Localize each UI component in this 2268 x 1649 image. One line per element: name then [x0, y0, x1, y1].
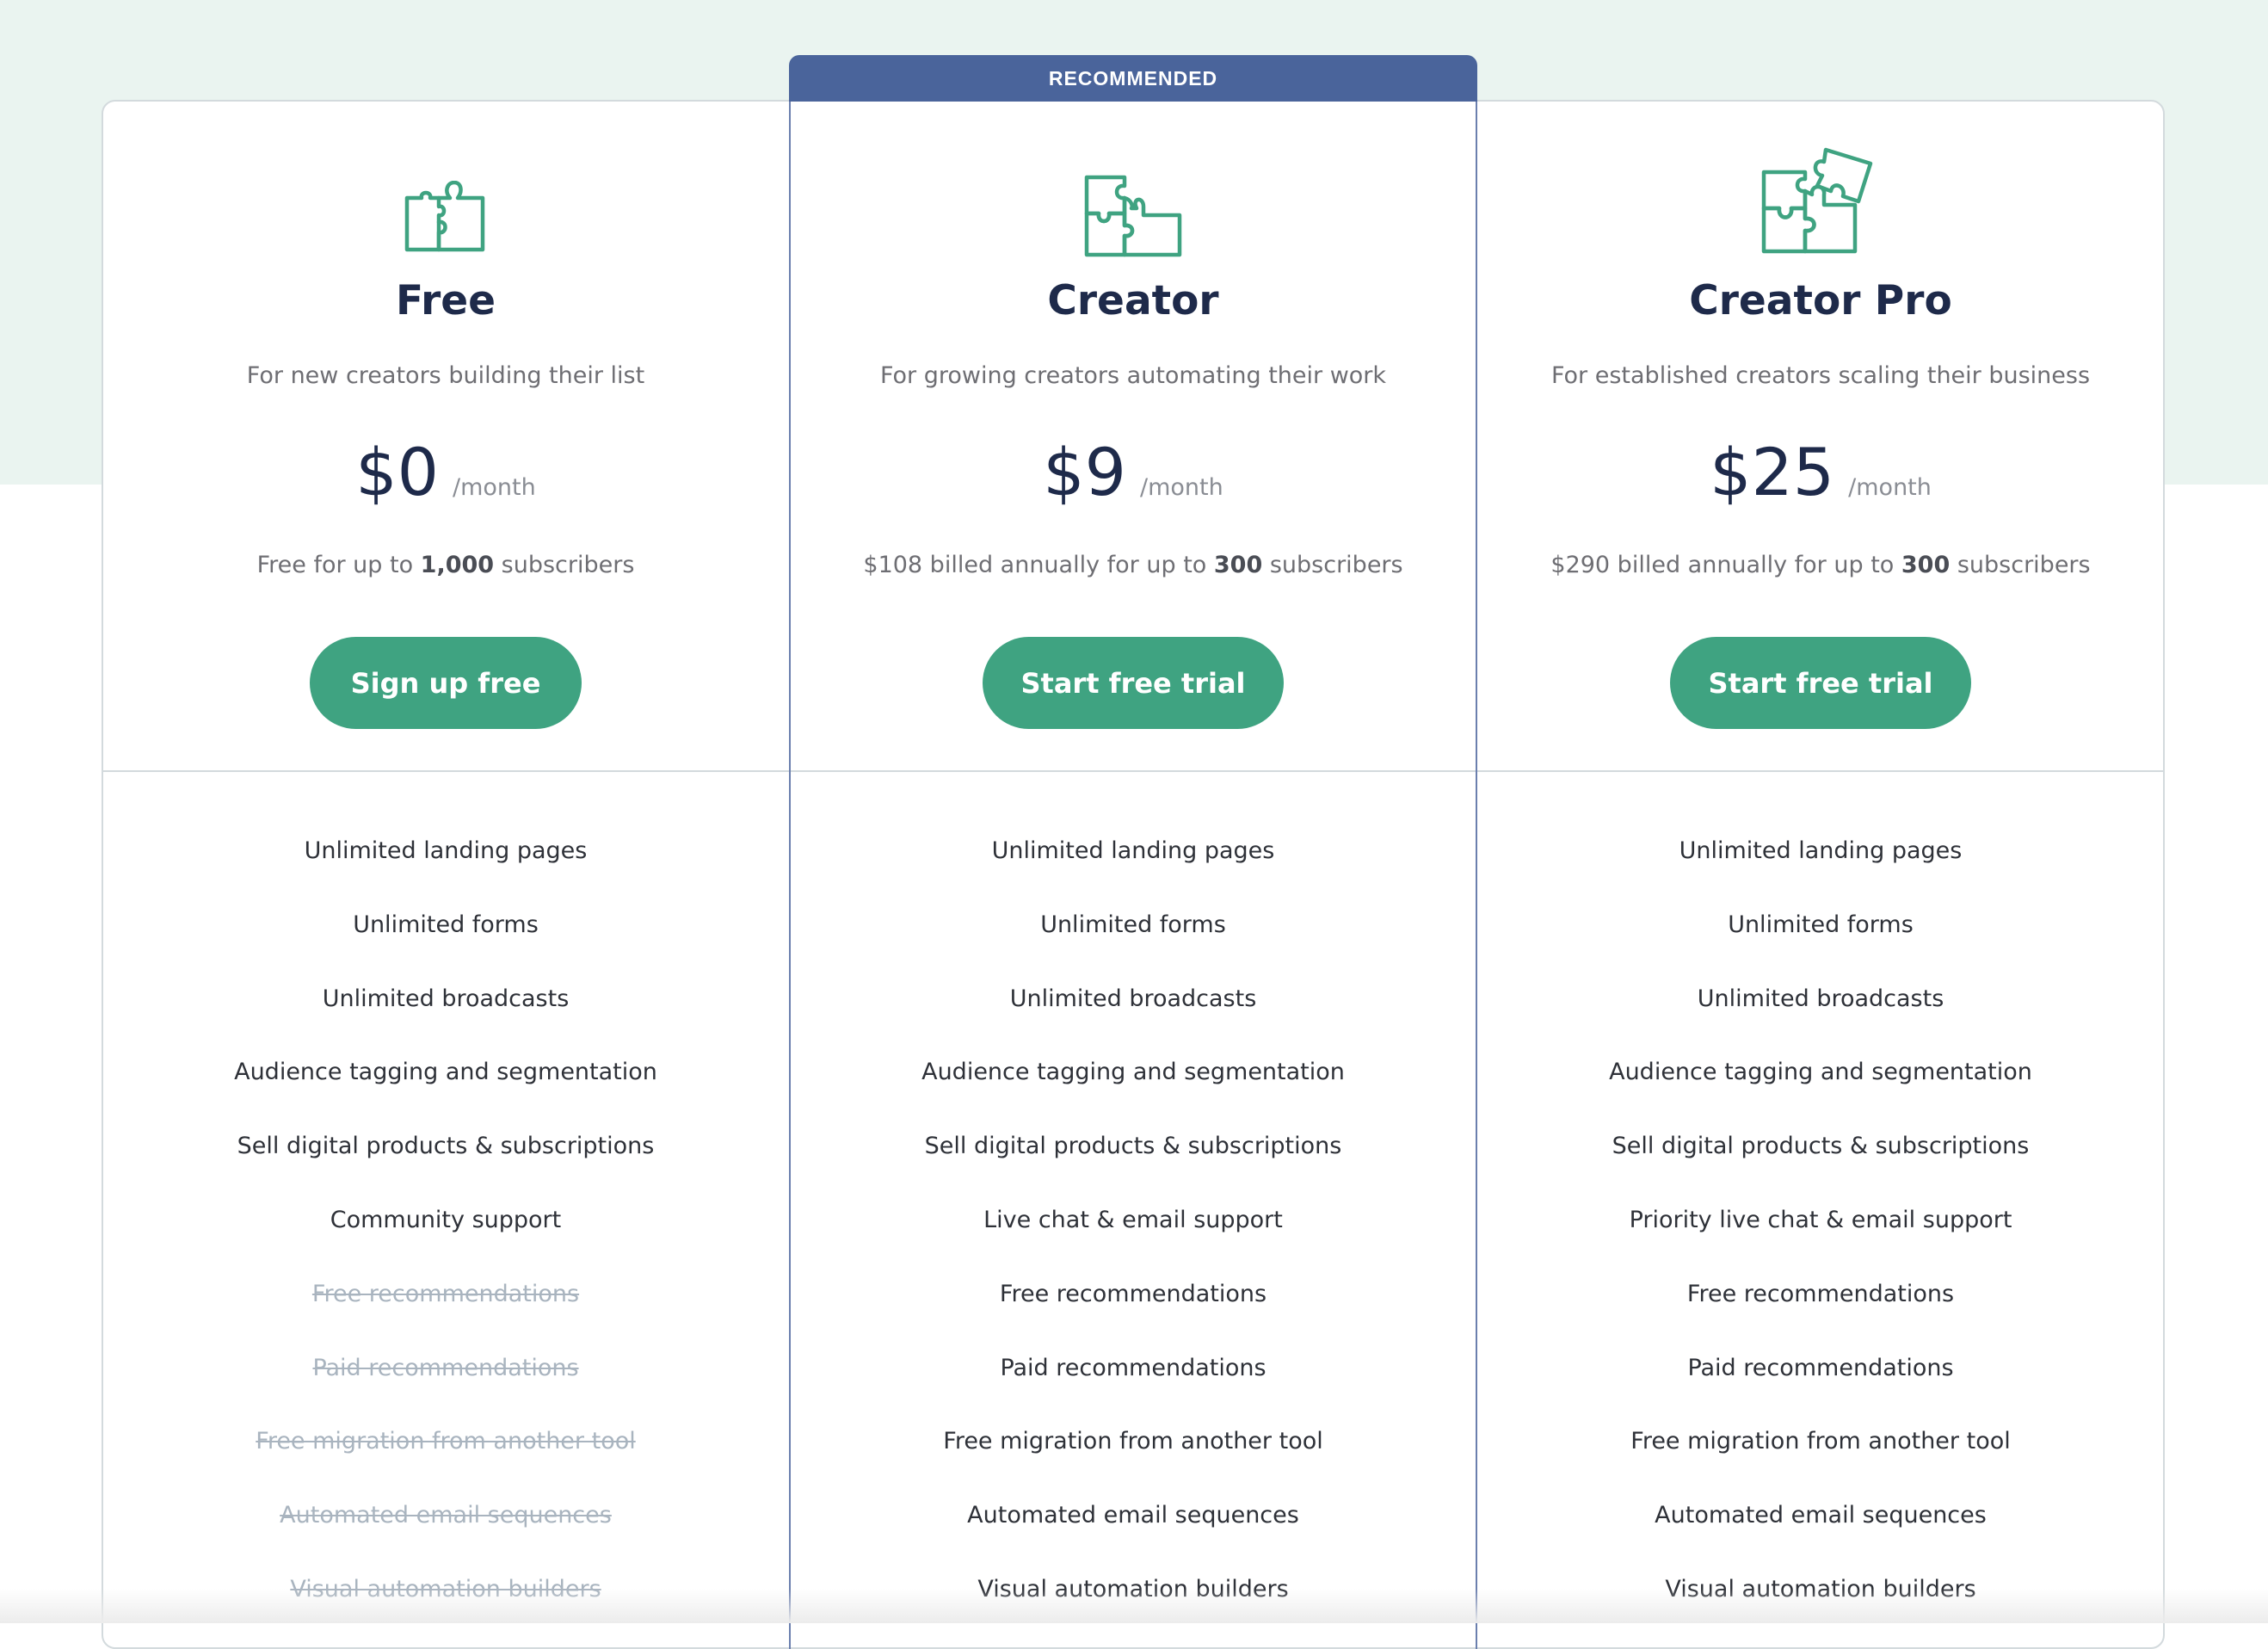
feature-item: Automated email sequences: [1655, 1502, 1987, 1529]
feature-item: Live chat & email support: [983, 1206, 1283, 1233]
feature-item: Audience tagging and segmentation: [1609, 1059, 2032, 1086]
feature-item: Sell digital products & subscriptions: [237, 1133, 655, 1160]
feature-item-unavailable: Automated email sequences: [280, 1502, 612, 1529]
feature-list: Unlimited landing pages Unlimited forms Un…: [1476, 827, 2165, 1640]
feature-item: Sell digital products & subscriptions: [1612, 1133, 2030, 1160]
price-amount: $25: [1710, 434, 1835, 510]
price-period: /month: [1848, 474, 1932, 501]
feature-item: Paid recommendations: [1000, 1354, 1267, 1381]
feature-item: Unlimited broadcasts: [1697, 985, 1944, 1012]
billing-prefix: $290 billed annually for up to: [1550, 552, 1901, 578]
price-period: /month: [1139, 474, 1223, 501]
puzzle-complete-icon: [1761, 147, 1873, 254]
feature-item-unavailable: Paid recommendations: [312, 1354, 579, 1381]
feature-item: Unlimited forms: [1728, 911, 1914, 938]
feature-item: Free recommendations: [1686, 1280, 1955, 1307]
feature-item: Free migration from another tool: [943, 1428, 1323, 1455]
price-amount: $9: [1043, 434, 1126, 510]
billing-prefix: Free for up to: [256, 552, 421, 578]
billing-prefix: $108 billed annually for up to: [863, 552, 1214, 578]
recommended-badge: RECOMMENDED: [789, 55, 1477, 102]
feature-item: Unlimited broadcasts: [322, 985, 570, 1012]
start-free-trial-button[interactable]: Start free trial: [983, 637, 1284, 729]
plan-tagline: For growing creators automating their wo…: [879, 362, 1387, 389]
plan-tagline: For new creators building their list: [246, 362, 645, 389]
feature-item: Free recommendations: [999, 1280, 1267, 1307]
feature-item-unavailable: Free recommendations: [311, 1280, 580, 1307]
feature-item: Unlimited landing pages: [304, 837, 588, 864]
feature-item: Unlimited landing pages: [991, 837, 1275, 864]
plan-name: Creator Pro: [1689, 277, 1952, 324]
plan-name: Free: [395, 277, 496, 324]
plan-tagline: For established creators scaling their b…: [1550, 362, 2091, 389]
feature-list: Unlimited landing pages Unlimited forms Un…: [102, 827, 790, 1640]
feature-item: Unlimited landing pages: [1679, 837, 1963, 864]
feature-item: Audience tagging and segmentation: [234, 1059, 657, 1086]
subscriber-limit: 300: [1901, 552, 1951, 578]
price-period: /month: [452, 474, 536, 501]
feature-item: Unlimited forms: [1040, 911, 1226, 938]
plan-creator-pro: Creator Pro For established creators sca…: [1476, 100, 2165, 1632]
feature-item: Audience tagging and segmentation: [921, 1059, 1345, 1086]
subscriber-limit: 300: [1213, 552, 1263, 578]
feature-item: Automated email sequences: [967, 1502, 1299, 1529]
feature-item: Community support: [330, 1206, 562, 1233]
plan-creator: Creator For growing creators automating …: [789, 100, 1477, 1632]
puzzle-piece-icon: [404, 181, 485, 252]
billing-note: $290 billed annually for up to 300 subsc…: [1476, 552, 2165, 578]
feature-item: Unlimited forms: [353, 911, 539, 938]
scroll-fade: [0, 1589, 2268, 1623]
price: $0 /month: [102, 434, 790, 510]
feature-item: Unlimited broadcasts: [1009, 985, 1257, 1012]
billing-suffix: subscribers: [494, 552, 635, 578]
feature-item: Sell digital products & subscriptions: [924, 1133, 1342, 1160]
price-amount: $0: [355, 434, 439, 510]
puzzle-pieces-icon: [1084, 175, 1182, 257]
billing-note: $108 billed annually for up to 300 subsc…: [789, 552, 1477, 578]
plan-free: Free For new creators building their lis…: [102, 100, 790, 1632]
subscriber-limit: 1,000: [420, 552, 495, 578]
feature-item-unavailable: Free migration from another tool: [256, 1428, 636, 1455]
price: $25 /month: [1476, 434, 2165, 510]
feature-item: Paid recommendations: [1687, 1354, 1954, 1381]
feature-item: Free migration from another tool: [1630, 1428, 2011, 1455]
price: $9 /month: [789, 434, 1477, 510]
billing-suffix: subscribers: [1950, 552, 2091, 578]
sign-up-free-button[interactable]: Sign up free: [310, 637, 582, 729]
feature-list: Unlimited landing pages Unlimited forms Un…: [789, 827, 1477, 1640]
billing-note: Free for up to 1,000 subscribers: [102, 552, 790, 578]
feature-item: Priority live chat & email support: [1629, 1206, 2012, 1233]
plan-name: Creator: [1047, 277, 1219, 324]
billing-suffix: subscribers: [1262, 552, 1403, 578]
start-free-trial-button[interactable]: Start free trial: [1670, 637, 1971, 729]
